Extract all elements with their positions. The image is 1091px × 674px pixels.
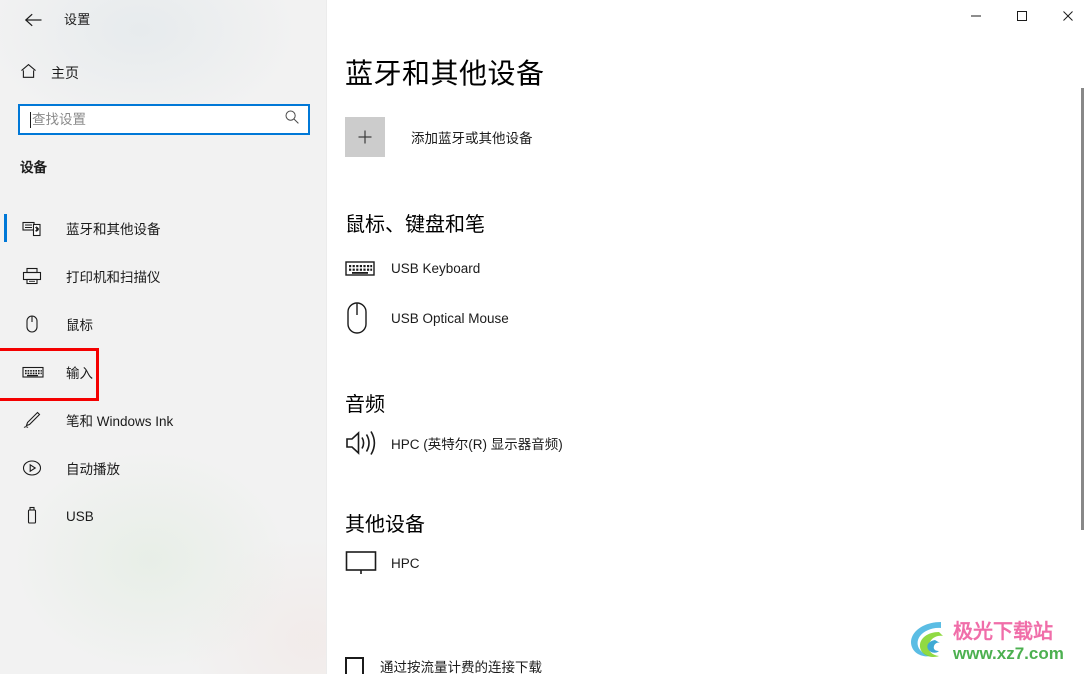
selected-accent-bar bbox=[4, 214, 7, 242]
usb-icon bbox=[22, 506, 44, 526]
metered-connection-label: 通过按流量计费的连接下载 bbox=[380, 660, 542, 674]
page-title: 蓝牙和其他设备 bbox=[345, 58, 545, 89]
sidebar-item-printers-and-scanners[interactable]: 打印机和扫描仪 bbox=[0, 252, 327, 300]
sidebar: 主页 设备 bbox=[0, 0, 327, 674]
printer-icon bbox=[22, 267, 44, 285]
group-title: 鼠标、键盘和笔 bbox=[345, 214, 485, 236]
add-device-label: 添加蓝牙或其他设备 bbox=[411, 131, 533, 146]
scrollbar-thumb[interactable] bbox=[1081, 88, 1084, 530]
home-icon bbox=[20, 63, 37, 84]
sidebar-section-label: 设备 bbox=[20, 160, 47, 175]
sidebar-item-mouse[interactable]: 鼠标 bbox=[0, 300, 327, 348]
back-button[interactable] bbox=[12, 4, 56, 36]
speaker-icon bbox=[345, 428, 391, 458]
sidebar-item-label: 鼠标 bbox=[66, 318, 93, 333]
device-name: HPC bbox=[391, 555, 420, 571]
app-title: 设置 bbox=[64, 12, 91, 27]
sidebar-home-label: 主页 bbox=[51, 65, 79, 81]
bluetooth-devices-icon bbox=[22, 219, 44, 237]
sidebar-item-autoplay[interactable]: 自动播放 bbox=[0, 444, 327, 492]
sidebar-item-label: USB bbox=[66, 508, 94, 524]
sidebar-item-pen-and-windows-ink[interactable]: 笔和 Windows Ink bbox=[0, 396, 327, 444]
minimize-button[interactable] bbox=[953, 0, 999, 32]
window-controls bbox=[953, 0, 1091, 32]
metered-connection-row[interactable]: 通过按流量计费的连接下载 bbox=[345, 656, 542, 674]
minimize-icon bbox=[970, 10, 982, 22]
title-bar: 设置 bbox=[0, 0, 1091, 40]
main-content: 蓝牙和其他设备 添加蓝牙或其他设备 鼠标、键盘和笔 USB Keyboard U… bbox=[327, 0, 1091, 674]
search-box[interactable] bbox=[18, 104, 310, 135]
sidebar-item-label: 打印机和扫描仪 bbox=[66, 270, 161, 285]
maximize-icon bbox=[1016, 10, 1028, 22]
device-name: USB Keyboard bbox=[391, 260, 481, 276]
mouse-icon bbox=[22, 314, 44, 334]
sidebar-item-label: 笔和 Windows Ink bbox=[66, 414, 174, 429]
sidebar-item-bluetooth-and-other-devices[interactable]: 蓝牙和其他设备 bbox=[0, 204, 327, 252]
sidebar-item-label: 自动播放 bbox=[66, 462, 120, 477]
text-caret bbox=[30, 111, 31, 128]
group-title: 其他设备 bbox=[345, 514, 425, 536]
device-group-other-devices: 其他设备 HPC bbox=[345, 508, 1045, 583]
pen-icon bbox=[22, 410, 44, 430]
back-arrow-icon bbox=[24, 12, 44, 28]
plus-icon bbox=[345, 117, 385, 157]
device-row[interactable]: USB Optical Mouse bbox=[345, 293, 1045, 343]
close-button[interactable] bbox=[1045, 0, 1091, 32]
mouse-icon bbox=[345, 301, 391, 335]
group-title: 音频 bbox=[345, 394, 385, 416]
add-bluetooth-or-other-device-button[interactable]: 添加蓝牙或其他设备 bbox=[345, 117, 533, 157]
metered-connection-checkbox[interactable] bbox=[345, 656, 364, 674]
device-row[interactable]: HPC bbox=[345, 543, 1045, 583]
vertical-scrollbar[interactable] bbox=[1075, 40, 1091, 674]
search-input[interactable] bbox=[32, 106, 280, 133]
device-name: HPC (英特尔(R) 显示器音频) bbox=[391, 437, 563, 452]
monitor-icon bbox=[345, 550, 391, 576]
sidebar-item-label: 蓝牙和其他设备 bbox=[66, 222, 161, 237]
device-row[interactable]: HPC (英特尔(R) 显示器音频) bbox=[345, 423, 1045, 463]
device-group-audio: 音频 HPC (英特尔(R) 显示器音频) bbox=[345, 388, 1045, 463]
maximize-button[interactable] bbox=[999, 0, 1045, 32]
autoplay-icon bbox=[22, 458, 44, 478]
device-group-mouse-keyboard-pen: 鼠标、键盘和笔 USB Keyboard USB Optical Mouse bbox=[345, 208, 1045, 343]
sidebar-item-home[interactable]: 主页 bbox=[14, 58, 304, 88]
sidebar-item-typing[interactable]: 输入 bbox=[0, 348, 327, 401]
settings-window: 设置 主页 查找设置 设备 蓝牙和其他设备 打印机和扫描仪 鼠标 输入 笔和 W… bbox=[0, 0, 1091, 674]
keyboard-icon bbox=[345, 259, 391, 278]
search-icon[interactable] bbox=[284, 109, 300, 130]
sidebar-item-usb[interactable]: USB bbox=[0, 492, 327, 540]
device-name: USB Optical Mouse bbox=[391, 310, 509, 326]
device-row[interactable]: USB Keyboard bbox=[345, 243, 1045, 293]
sidebar-item-label: 输入 bbox=[66, 366, 93, 381]
close-icon bbox=[1062, 10, 1074, 22]
keyboard-icon bbox=[22, 365, 44, 379]
sidebar-nav-list: 蓝牙和其他设备 打印机和扫描仪 鼠标 输入 笔和 Windows Ink 自动播… bbox=[0, 204, 327, 540]
